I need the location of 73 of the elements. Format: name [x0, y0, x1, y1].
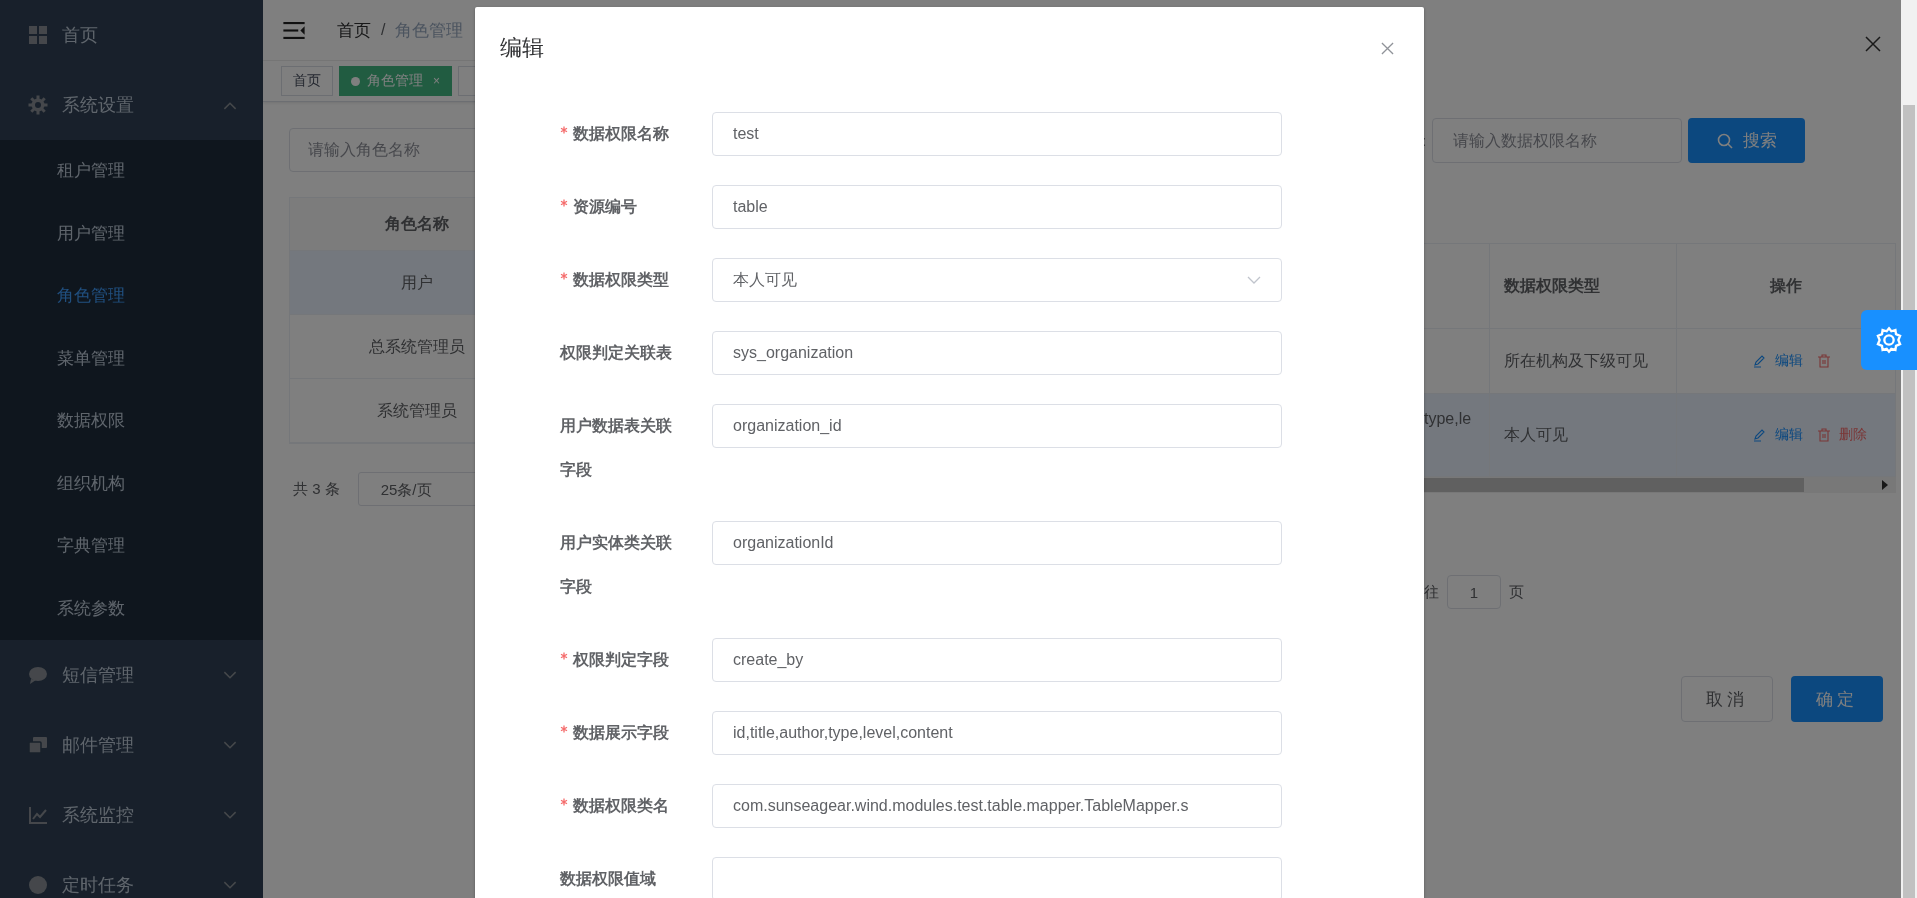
goto-label: 往 [1424, 582, 1439, 602]
edit-link[interactable]: 编辑 [1753, 352, 1803, 370]
input-field[interactable]: organizationId [712, 521, 1282, 565]
field-label: 用户实体类关联字段 [560, 533, 673, 597]
submenu-item[interactable]: 用户管理 [0, 202, 263, 265]
tag-close[interactable]: × [433, 74, 440, 88]
column-header: 数据权限类型 [1490, 244, 1677, 328]
trash-icon [1817, 354, 1831, 368]
settings-icon [1875, 326, 1903, 354]
pencil-icon [1753, 428, 1767, 442]
table-cell-text: 所在机构及下级可见 [1504, 350, 1648, 371]
pencil-icon [1753, 354, 1767, 368]
input-field[interactable]: organization_id [712, 404, 1282, 448]
submenu-item[interactable]: 系统参数 [0, 577, 263, 640]
table-cell: type,le [1424, 410, 1472, 428]
gear-icon [28, 95, 48, 115]
search-button[interactable]: 搜索 [1688, 118, 1806, 163]
mail-icon [28, 735, 48, 755]
chevron-icon [1247, 276, 1261, 284]
submenu-item[interactable]: 角色管理 [0, 265, 263, 328]
page-tag[interactable]: 首页 [281, 66, 333, 96]
submenu-item[interactable]: 字典管理 [0, 515, 263, 578]
chart-icon [28, 805, 48, 825]
edit-link[interactable]: 编辑 [1753, 426, 1803, 444]
scrollbar[interactable] [1424, 477, 1896, 493]
select-field[interactable]: 本人可见 [712, 258, 1282, 302]
menu-item[interactable]: 首页 [0, 0, 263, 70]
page-tag[interactable]: 角色管理 × [339, 66, 452, 96]
total-count: 共 3 条 [293, 479, 340, 499]
trash-icon [1817, 428, 1831, 442]
table-cell-text: 本人可见 [1504, 424, 1568, 445]
chat-icon [28, 665, 48, 685]
close-icon[interactable] [1865, 36, 1881, 52]
input-field[interactable]: sys_organization [712, 331, 1282, 375]
menu-icon[interactable] [283, 21, 305, 39]
input-field[interactable]: create_by [712, 638, 1282, 682]
menu-item[interactable]: 定时任务 [0, 850, 263, 898]
field-label: 数据权限值域 [560, 869, 657, 889]
submenu-item[interactable]: 组织机构 [0, 452, 263, 515]
dialog-title: 编辑 [500, 34, 544, 62]
page-input[interactable]: 1 [1447, 575, 1501, 609]
settings-button[interactable] [1861, 310, 1917, 370]
input-field[interactable]: id,title,author,type,level,content [712, 711, 1282, 755]
field-label: 数据展示字段 [560, 711, 686, 755]
confirm-button[interactable]: 确定 [1791, 676, 1883, 722]
goto-label: 页 [1509, 582, 1524, 602]
search-icon [1716, 132, 1733, 149]
input-field[interactable]: test [712, 112, 1282, 156]
input-field[interactable] [712, 857, 1282, 898]
menu-item[interactable]: 短信管理 [0, 640, 263, 710]
menu-item[interactable]: 邮件管理 [0, 710, 263, 780]
delete-link[interactable] [1817, 354, 1831, 368]
search-label: : [1422, 132, 1427, 149]
submenu-item[interactable]: 租户管理 [0, 140, 263, 203]
breadcrumb-link[interactable]: 首页 [337, 18, 371, 42]
dot-icon [351, 76, 360, 86]
close-icon[interactable] [1381, 41, 1394, 55]
grid-icon [28, 25, 48, 45]
submenu-item[interactable]: 数据权限 [0, 390, 263, 453]
table-row[interactable]: type,le 本人可见 编辑 删除 [1424, 394, 1896, 477]
arrow-icon[interactable] [1882, 480, 1888, 490]
alert-icon [28, 875, 48, 895]
cancel-button[interactable]: 取消 [1681, 676, 1773, 722]
delete-link[interactable]: 删除 [1817, 426, 1867, 444]
breadcrumb-separator: / [381, 21, 386, 39]
field-label: 权限判定字段 [560, 638, 686, 682]
menu-item[interactable]: 系统监控 [0, 780, 263, 850]
scrollbar[interactable] [1901, 0, 1917, 898]
menu-item[interactable]: 系统设置 [0, 70, 263, 140]
field-label: 数据权限类名 [560, 784, 686, 828]
input-field[interactable]: com.sunseagear.wind.modules.test.table.mapper.TableMapper.s [712, 784, 1282, 828]
input-field[interactable]: table [712, 185, 1282, 229]
submenu-item[interactable]: 菜单管理 [0, 327, 263, 390]
